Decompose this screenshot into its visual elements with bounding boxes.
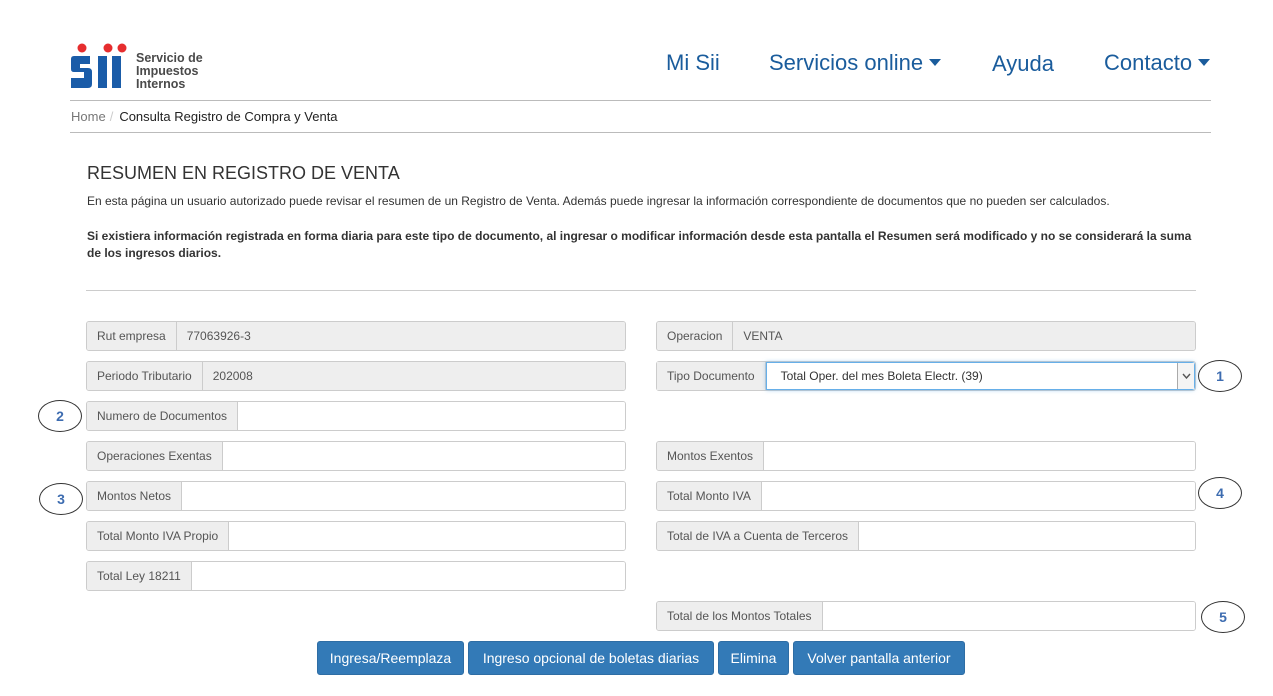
breadcrumb: Home / Consulta Registro de Compra y Venta	[71, 109, 338, 124]
total-iva-terceros-label: Total de IVA a Cuenta de Terceros	[657, 522, 860, 550]
total-ley-18211-label: Total Ley 18211	[87, 562, 192, 590]
nav-contacto-label: Contacto	[1104, 50, 1193, 75]
annotation-badge-4: 4	[1198, 477, 1242, 509]
breadcrumb-home[interactable]: Home	[71, 109, 106, 124]
nav-mi-sii[interactable]: Mi Sii	[666, 50, 720, 76]
total-monto-iva-propio-input[interactable]	[229, 522, 625, 550]
annotation-badge-3: 3	[39, 483, 83, 515]
annotation-badge-2: 2	[38, 400, 82, 432]
total-monto-iva-group: Total Monto IVA	[656, 481, 1196, 511]
total-iva-terceros-group: Total de IVA a Cuenta de Terceros	[656, 521, 1196, 551]
tipo-documento-label: Tipo Documento	[657, 362, 766, 390]
total-ley-18211-group: Total Ley 18211	[86, 561, 626, 591]
nav-servicios-online[interactable]: Servicios online	[769, 50, 942, 76]
chevron-down-icon[interactable]	[1177, 363, 1194, 389]
montos-netos-input[interactable]	[182, 482, 625, 510]
ingresa-reemplaza-button[interactable]: Ingresa/Reemplaza	[317, 641, 464, 675]
nav-contacto[interactable]: Contacto	[1104, 50, 1211, 76]
total-montos-totales-group: Total de los Montos Totales	[656, 601, 1196, 631]
breadcrumb-divider	[70, 132, 1211, 133]
total-montos-totales-input[interactable]	[822, 602, 1195, 630]
operacion-label: Operacion	[657, 322, 734, 350]
operacion-group: Operacion	[656, 321, 1196, 351]
page-warning: Si existiera información registrada en f…	[87, 229, 1192, 260]
operacion-input	[733, 322, 1195, 350]
header-divider	[70, 100, 1211, 101]
sii-logo[interactable]: Servicio de Impuestos Internos	[70, 42, 210, 92]
operaciones-exentas-input[interactable]	[222, 442, 625, 470]
total-monto-iva-propio-group: Total Monto IVA Propio	[86, 521, 626, 551]
caret-down-icon	[929, 58, 942, 66]
rut-empresa-input	[176, 322, 625, 350]
periodo-tributario-input	[202, 362, 625, 390]
nav-servicios-online-label: Servicios online	[769, 50, 924, 75]
total-monto-iva-input[interactable]	[761, 482, 1195, 510]
breadcrumb-current: Consulta Registro de Compra y Venta	[119, 109, 338, 124]
montos-exentos-group: Montos Exentos	[656, 441, 1196, 471]
operaciones-exentas-label: Operaciones Exentas	[87, 442, 223, 470]
periodo-tributario-label: Periodo Tributario	[87, 362, 203, 390]
tipo-documento-group: Tipo Documento Total Oper. del mes Bolet…	[656, 361, 1196, 391]
total-montos-totales-label: Total de los Montos Totales	[657, 602, 823, 630]
montos-netos-label: Montos Netos	[87, 482, 183, 510]
operaciones-exentas-group: Operaciones Exentas	[86, 441, 626, 471]
numero-documentos-label: Numero de Documentos	[87, 402, 239, 430]
rut-empresa-label: Rut empresa	[87, 322, 177, 350]
tipo-documento-value: Total Oper. del mes Boleta Electr. (39)	[780, 369, 983, 383]
numero-documentos-input[interactable]	[238, 402, 625, 430]
page-description: En esta página un usuario autorizado pue…	[87, 194, 1110, 208]
nav-ayuda-label: Ayuda	[992, 51, 1054, 76]
page-title: RESUMEN EN REGISTRO DE VENTA	[87, 163, 400, 183]
volver-pantalla-anterior-button[interactable]: Volver pantalla anterior	[793, 641, 965, 675]
montos-exentos-label: Montos Exentos	[657, 442, 765, 470]
elimina-button[interactable]: Elimina	[718, 641, 789, 675]
total-monto-iva-label: Total Monto IVA	[657, 482, 762, 510]
nav-mi-sii-label: Mi Sii	[666, 50, 720, 75]
periodo-tributario-group: Periodo Tributario	[86, 361, 626, 391]
total-ley-18211-input[interactable]	[191, 562, 625, 590]
nav-ayuda[interactable]: Ayuda	[992, 51, 1054, 77]
ingreso-boletas-diarias-button[interactable]: Ingreso opcional de boletas diarias	[468, 641, 714, 675]
total-monto-iva-propio-label: Total Monto IVA Propio	[87, 522, 230, 550]
content-divider	[86, 290, 1196, 291]
numero-documentos-group: Numero de Documentos	[86, 401, 626, 431]
rut-empresa-group: Rut empresa	[86, 321, 626, 351]
breadcrumb-separator: /	[109, 109, 114, 124]
montos-exentos-input[interactable]	[764, 442, 1195, 470]
logo-line-3: Internos	[136, 77, 186, 91]
sii-logo-mark	[71, 43, 127, 88]
logo-text: Servicio de Impuestos Internos	[136, 52, 203, 91]
annotation-badge-5: 5	[1201, 601, 1245, 633]
annotation-badge-1: 1	[1198, 360, 1242, 392]
tipo-documento-select[interactable]: Total Oper. del mes Boleta Electr. (39)	[765, 362, 1195, 390]
montos-netos-group: Montos Netos	[86, 481, 626, 511]
total-iva-terceros-input[interactable]	[859, 522, 1195, 550]
caret-down-icon	[1198, 58, 1211, 66]
